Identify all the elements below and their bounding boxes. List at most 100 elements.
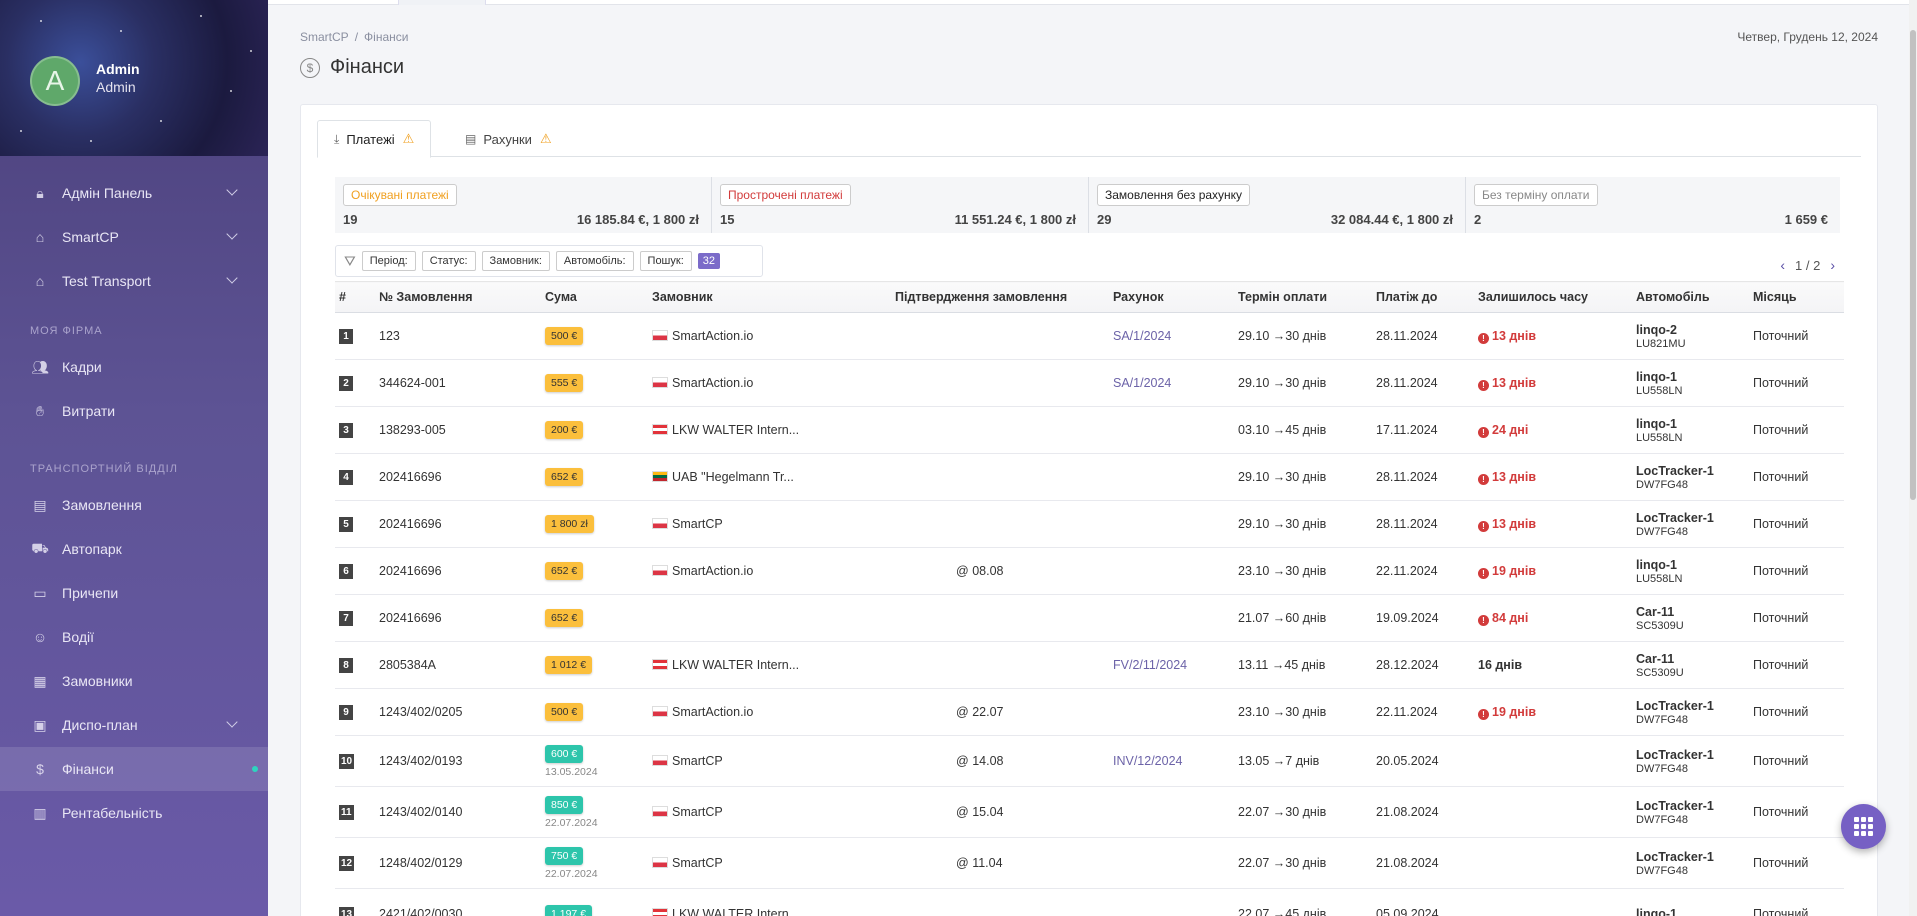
customer-cell[interactable]: SmartCP <box>648 786 891 838</box>
column-header[interactable]: Замовник <box>648 281 891 313</box>
chevron-down-icon[interactable] <box>226 184 238 196</box>
amount-badge[interactable]: 600 € <box>545 744 584 763</box>
amount-badge[interactable]: 500 € <box>545 703 584 721</box>
order-number[interactable]: 344624-001 <box>375 359 541 407</box>
customer-cell[interactable]: SmartAction.io <box>648 688 891 736</box>
filter-status[interactable]: Статус: <box>421 251 476 271</box>
table-row[interactable]: 12 1248/402/0129 750 € 22.07.2024 SmartCP… <box>335 837 1844 889</box>
order-number[interactable]: 1243/402/0140 <box>375 786 541 838</box>
chevron-down-icon[interactable] <box>226 228 238 240</box>
vehicle-cell[interactable]: linqo-1 LU558LN <box>1632 359 1749 407</box>
column-header[interactable]: Термін оплати <box>1234 281 1372 313</box>
table-row[interactable]: 5 202416696 1 800 zł SmartCP 29.10 →30 д… <box>335 500 1844 548</box>
sidebar-item-3[interactable]: ▭ Причепи <box>0 571 268 615</box>
table-row[interactable]: 6 202416696 652 € SmartAction.io @ 08.08… <box>335 547 1844 595</box>
vehicle-cell[interactable]: Car-11 SC5309U <box>1632 641 1749 689</box>
vehicle-cell[interactable]: linqo-2 LU821MU <box>1632 312 1749 360</box>
column-header[interactable]: Автомобіль <box>1632 281 1749 313</box>
order-number[interactable]: 1243/402/0205 <box>375 688 541 736</box>
customer-cell[interactable]: SmartCP <box>648 500 891 548</box>
sidebar-item-8[interactable]: ▥ Рентабельність <box>0 791 268 835</box>
customer-cell[interactable]: LKW WALTER Intern... <box>648 641 891 689</box>
apps-grid-button[interactable] <box>1841 804 1886 849</box>
order-number[interactable]: 2421/402/0030 <box>375 888 541 916</box>
sidebar-item-2[interactable]: ⌂ SmartCP <box>0 215 268 259</box>
table-row[interactable]: 9 1243/402/0205 500 € SmartAction.io @ 2… <box>335 688 1844 736</box>
sidebar-item-2[interactable]: ⛟ Автопарк <box>0 527 268 571</box>
table-row[interactable]: 10 1243/402/0193 600 € 13.05.2024 SmartCP… <box>335 735 1844 787</box>
chevron-down-icon[interactable] <box>226 272 238 284</box>
filter-customer[interactable]: Замовник: <box>481 251 550 271</box>
sidebar-item-4[interactable]: ☺ Водії <box>0 615 268 659</box>
invoice-link[interactable]: FV/2/11/2024 <box>1113 658 1187 672</box>
order-number[interactable]: 202416696 <box>375 500 541 548</box>
table-row[interactable]: 3 138293-005 200 € LKW WALTER Intern... … <box>335 406 1844 454</box>
order-number[interactable]: 202416696 <box>375 547 541 595</box>
column-header[interactable]: Місяць <box>1749 281 1844 313</box>
sidebar-item-3[interactable]: ⌂ Test Transport <box>0 259 268 303</box>
column-header[interactable]: Підтвердження замовлення <box>891 281 1109 313</box>
invoice-link[interactable]: SA/1/2024 <box>1113 376 1171 390</box>
column-header[interactable]: Залишилось часу <box>1474 281 1632 313</box>
order-number[interactable]: 123 <box>375 312 541 360</box>
amount-badge[interactable]: 652 € <box>545 468 584 486</box>
sidebar-item-5[interactable]: ▦ Замовники <box>0 659 268 703</box>
customer-cell[interactable]: SmartAction.io <box>648 359 891 407</box>
customer-cell[interactable]: SmartCP <box>648 735 891 787</box>
filter-search[interactable]: Пошук: <box>639 251 692 271</box>
scrollbar[interactable] <box>1909 0 1917 916</box>
customer-cell[interactable]: SmartCP <box>648 837 891 889</box>
sidebar-item-7[interactable]: $ Фінанси <box>0 747 268 791</box>
amount-badge[interactable]: 1 012 € <box>545 656 593 674</box>
order-number[interactable]: 2805384A <box>375 641 541 689</box>
chevron-down-icon[interactable] <box>226 716 238 728</box>
table-row[interactable]: 13 2421/402/0030 1 197 € LKW WALTER Inte… <box>335 888 1844 916</box>
table-row[interactable]: 7 202416696 652 € 21.07 →60 днів 19.09.2… <box>335 594 1844 642</box>
customer-cell[interactable]: SmartAction.io <box>648 547 891 595</box>
amount-badge[interactable]: 652 € <box>545 562 584 580</box>
filter-icon[interactable]: ⛛ <box>344 253 356 270</box>
customer-cell[interactable] <box>648 594 891 642</box>
amount-badge[interactable]: 1 197 € <box>545 905 593 916</box>
vehicle-cell[interactable]: linqo-1 LU558LN <box>1632 406 1749 454</box>
table-row[interactable]: 4 202416696 652 € UAB "Hegelmann Tr... 2… <box>335 453 1844 501</box>
amount-badge[interactable]: 200 € <box>545 421 584 439</box>
amount-badge[interactable]: 555 € <box>545 374 584 392</box>
stat-1[interactable]: Очікувані платежі 19 16 185.84 €, 1 800 … <box>335 177 712 233</box>
vehicle-cell[interactable]: LocTracker-1 DW7FG48 <box>1632 837 1749 889</box>
order-number[interactable]: 1243/402/0193 <box>375 735 541 787</box>
order-number[interactable]: 138293-005 <box>375 406 541 454</box>
invoice-link[interactable]: INV/12/2024 <box>1113 754 1183 768</box>
vehicle-cell[interactable]: LocTracker-1 DW7FG48 <box>1632 500 1749 548</box>
chevron-left-icon[interactable]: ‹ <box>1780 257 1785 273</box>
vehicle-cell[interactable]: LocTracker-1 DW7FG48 <box>1632 453 1749 501</box>
filter-period[interactable]: Період: <box>361 251 416 271</box>
column-header[interactable]: Платіж до <box>1372 281 1474 313</box>
order-number[interactable]: 202416696 <box>375 453 541 501</box>
table-row[interactable]: 8 2805384A 1 012 € LKW WALTER Intern... … <box>335 641 1844 689</box>
customer-cell[interactable]: SmartAction.io <box>648 312 891 360</box>
column-header[interactable]: № Замовлення <box>375 281 541 313</box>
customer-cell[interactable]: LKW WALTER Intern... <box>648 888 891 916</box>
customer-cell[interactable]: UAB "Hegelmann Tr... <box>648 453 891 501</box>
tab-payments[interactable]: ⤓ Платежі ⚠ <box>317 120 432 158</box>
amount-badge[interactable]: 500 € <box>545 327 584 345</box>
sidebar-item-1[interactable]: ▤ Замовлення <box>0 483 268 527</box>
column-header[interactable]: Рахунок <box>1109 281 1234 313</box>
vehicle-cell[interactable]: linqo-1 LU558LN <box>1632 547 1749 595</box>
vehicle-cell[interactable]: linqo-1 <box>1632 888 1749 916</box>
vehicle-cell[interactable]: LocTracker-1 DW7FG48 <box>1632 688 1749 736</box>
tab-invoices[interactable]: ▤ Рахунки ⚠ <box>449 120 568 158</box>
breadcrumb-root[interactable]: SmartCP <box>300 30 349 44</box>
amount-badge[interactable]: 1 800 zł <box>545 515 594 533</box>
sidebar-item-6[interactable]: ▣ Диспо-план <box>0 703 268 747</box>
sidebar-item-2[interactable]: ✋︎ Витрати <box>0 389 268 433</box>
column-header[interactable]: # <box>335 281 375 313</box>
invoice-link[interactable]: SA/1/2024 <box>1113 329 1171 343</box>
amount-badge[interactable]: 652 € <box>545 609 584 627</box>
vehicle-cell[interactable]: LocTracker-1 DW7FG48 <box>1632 735 1749 787</box>
avatar[interactable]: A <box>30 56 80 106</box>
vehicle-cell[interactable]: Car-11 SC5309U <box>1632 594 1749 642</box>
amount-badge[interactable]: 850 € <box>545 795 584 814</box>
column-header[interactable]: Сума <box>541 281 648 313</box>
